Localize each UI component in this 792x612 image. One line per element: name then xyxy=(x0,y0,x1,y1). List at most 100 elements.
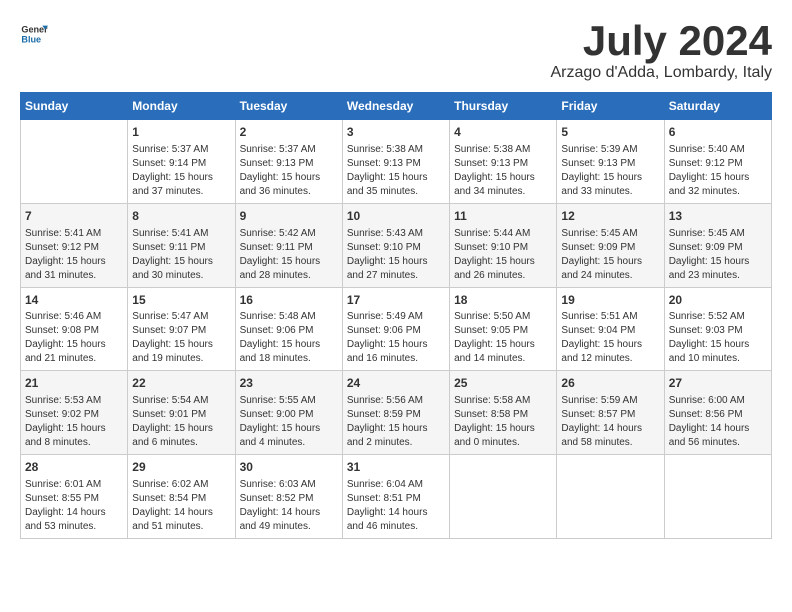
calendar-cell: 18Sunrise: 5:50 AM Sunset: 9:05 PM Dayli… xyxy=(450,287,557,371)
calendar-cell: 15Sunrise: 5:47 AM Sunset: 9:07 PM Dayli… xyxy=(128,287,235,371)
title-block: July 2024 Arzago d'Adda, Lombardy, Italy xyxy=(550,20,772,82)
calendar-cell: 24Sunrise: 5:56 AM Sunset: 8:59 PM Dayli… xyxy=(342,371,449,455)
calendar-cell: 17Sunrise: 5:49 AM Sunset: 9:06 PM Dayli… xyxy=(342,287,449,371)
calendar-cell: 28Sunrise: 6:01 AM Sunset: 8:55 PM Dayli… xyxy=(21,455,128,539)
calendar-cell: 25Sunrise: 5:58 AM Sunset: 8:58 PM Dayli… xyxy=(450,371,557,455)
day-number: 2 xyxy=(240,124,338,141)
day-number: 30 xyxy=(240,459,338,476)
day-info: Sunrise: 5:37 AM Sunset: 9:13 PM Dayligh… xyxy=(240,143,338,199)
logo-icon: General Blue xyxy=(20,20,48,48)
calendar-week-row: 7 Sunrise: 5:41 AM Sunset: 9:12 PM Daylig… xyxy=(21,203,772,287)
day-info: Sunrise: 5:50 AM Sunset: 9:05 PM Dayligh… xyxy=(454,310,552,366)
calendar-cell: 19Sunrise: 5:51 AM Sunset: 9:04 PM Dayli… xyxy=(557,287,664,371)
day-info: Sunrise: 5:45 AM Sunset: 9:09 PM Dayligh… xyxy=(561,227,659,283)
weekday-header-saturday: Saturday xyxy=(664,93,771,120)
calendar-cell: 7 Sunrise: 5:41 AM Sunset: 9:12 PM Daylig… xyxy=(21,203,128,287)
day-number: 17 xyxy=(347,292,445,309)
day-number: 7 xyxy=(25,208,123,225)
calendar-cell: 11 Sunrise: 5:44 AM Sunset: 9:10 PM Dayli… xyxy=(450,203,557,287)
calendar-cell: 16Sunrise: 5:48 AM Sunset: 9:06 PM Dayli… xyxy=(235,287,342,371)
day-number: 12 xyxy=(561,208,659,225)
day-number: 23 xyxy=(240,375,338,392)
calendar-week-row: 21 Sunrise: 5:53 AM Sunset: 9:02 PM Dayli… xyxy=(21,371,772,455)
weekday-header-row: SundayMondayTuesdayWednesdayThursdayFrid… xyxy=(21,93,772,120)
day-number: 19 xyxy=(561,292,659,309)
day-info: Sunrise: 5:53 AM Sunset: 9:02 PM Dayligh… xyxy=(25,394,123,450)
calendar-cell: 10 Sunrise: 5:43 AM Sunset: 9:10 PM Dayli… xyxy=(342,203,449,287)
day-info: Sunrise: 5:46 AM Sunset: 9:08 PM Dayligh… xyxy=(25,310,123,366)
day-info: Sunrise: 5:38 AM Sunset: 9:13 PM Dayligh… xyxy=(347,143,445,199)
calendar-table: SundayMondayTuesdayWednesdayThursdayFrid… xyxy=(20,92,772,539)
calendar-cell: 12 Sunrise: 5:45 AM Sunset: 9:09 PM Dayli… xyxy=(557,203,664,287)
day-number: 18 xyxy=(454,292,552,309)
day-number: 20 xyxy=(669,292,767,309)
day-number: 11 xyxy=(454,208,552,225)
calendar-week-row: 1Sunrise: 5:37 AM Sunset: 9:14 PM Daylig… xyxy=(21,120,772,204)
day-number: 6 xyxy=(669,124,767,141)
calendar-cell: 3 Sunrise: 5:38 AM Sunset: 9:13 PM Daylig… xyxy=(342,120,449,204)
weekday-header-sunday: Sunday xyxy=(21,93,128,120)
page-header: General Blue July 2024 Arzago d'Adda, Lo… xyxy=(20,20,772,82)
calendar-week-row: 14Sunrise: 5:46 AM Sunset: 9:08 PM Dayli… xyxy=(21,287,772,371)
calendar-cell: 21 Sunrise: 5:53 AM Sunset: 9:02 PM Dayli… xyxy=(21,371,128,455)
weekday-header-thursday: Thursday xyxy=(450,93,557,120)
calendar-cell: 1Sunrise: 5:37 AM Sunset: 9:14 PM Daylig… xyxy=(128,120,235,204)
day-number: 26 xyxy=(561,375,659,392)
day-info: Sunrise: 5:43 AM Sunset: 9:10 PM Dayligh… xyxy=(347,227,445,283)
calendar-cell: 31 Sunrise: 6:04 AM Sunset: 8:51 PM Dayli… xyxy=(342,455,449,539)
calendar-cell: 29 Sunrise: 6:02 AM Sunset: 8:54 PM Dayli… xyxy=(128,455,235,539)
calendar-cell: 22 Sunrise: 5:54 AM Sunset: 9:01 PM Dayli… xyxy=(128,371,235,455)
location-subtitle: Arzago d'Adda, Lombardy, Italy xyxy=(550,64,772,82)
day-info: Sunrise: 5:47 AM Sunset: 9:07 PM Dayligh… xyxy=(132,310,230,366)
svg-text:Blue: Blue xyxy=(21,34,41,44)
day-number: 24 xyxy=(347,375,445,392)
day-info: Sunrise: 5:41 AM Sunset: 9:11 PM Dayligh… xyxy=(132,227,230,283)
day-number: 29 xyxy=(132,459,230,476)
day-number: 4 xyxy=(454,124,552,141)
day-number: 22 xyxy=(132,375,230,392)
calendar-cell: 30 Sunrise: 6:03 AM Sunset: 8:52 PM Dayli… xyxy=(235,455,342,539)
calendar-cell xyxy=(21,120,128,204)
day-number: 5 xyxy=(561,124,659,141)
day-number: 21 xyxy=(25,375,123,392)
calendar-cell: 9Sunrise: 5:42 AM Sunset: 9:11 PM Daylig… xyxy=(235,203,342,287)
day-info: Sunrise: 5:39 AM Sunset: 9:13 PM Dayligh… xyxy=(561,143,659,199)
day-info: Sunrise: 5:38 AM Sunset: 9:13 PM Dayligh… xyxy=(454,143,552,199)
day-info: Sunrise: 5:37 AM Sunset: 9:14 PM Dayligh… xyxy=(132,143,230,199)
calendar-cell: 14Sunrise: 5:46 AM Sunset: 9:08 PM Dayli… xyxy=(21,287,128,371)
calendar-week-row: 28Sunrise: 6:01 AM Sunset: 8:55 PM Dayli… xyxy=(21,455,772,539)
day-number: 25 xyxy=(454,375,552,392)
day-info: Sunrise: 5:52 AM Sunset: 9:03 PM Dayligh… xyxy=(669,310,767,366)
calendar-cell xyxy=(450,455,557,539)
day-info: Sunrise: 5:41 AM Sunset: 9:12 PM Dayligh… xyxy=(25,227,123,283)
day-number: 31 xyxy=(347,459,445,476)
day-number: 16 xyxy=(240,292,338,309)
day-info: Sunrise: 5:48 AM Sunset: 9:06 PM Dayligh… xyxy=(240,310,338,366)
day-info: Sunrise: 6:01 AM Sunset: 8:55 PM Dayligh… xyxy=(25,478,123,534)
day-number: 10 xyxy=(347,208,445,225)
calendar-cell: 26 Sunrise: 5:59 AM Sunset: 8:57 PM Dayli… xyxy=(557,371,664,455)
day-number: 14 xyxy=(25,292,123,309)
day-info: Sunrise: 5:44 AM Sunset: 9:10 PM Dayligh… xyxy=(454,227,552,283)
day-info: Sunrise: 5:45 AM Sunset: 9:09 PM Dayligh… xyxy=(669,227,767,283)
day-number: 15 xyxy=(132,292,230,309)
day-info: Sunrise: 6:03 AM Sunset: 8:52 PM Dayligh… xyxy=(240,478,338,534)
calendar-cell: 13 Sunrise: 5:45 AM Sunset: 9:09 PM Dayli… xyxy=(664,203,771,287)
day-info: Sunrise: 5:55 AM Sunset: 9:00 PM Dayligh… xyxy=(240,394,338,450)
day-info: Sunrise: 6:02 AM Sunset: 8:54 PM Dayligh… xyxy=(132,478,230,534)
day-info: Sunrise: 5:54 AM Sunset: 9:01 PM Dayligh… xyxy=(132,394,230,450)
day-number: 3 xyxy=(347,124,445,141)
calendar-cell xyxy=(557,455,664,539)
day-info: Sunrise: 5:42 AM Sunset: 9:11 PM Dayligh… xyxy=(240,227,338,283)
calendar-cell xyxy=(664,455,771,539)
weekday-header-monday: Monday xyxy=(128,93,235,120)
day-info: Sunrise: 6:04 AM Sunset: 8:51 PM Dayligh… xyxy=(347,478,445,534)
weekday-header-wednesday: Wednesday xyxy=(342,93,449,120)
weekday-header-friday: Friday xyxy=(557,93,664,120)
day-info: Sunrise: 6:00 AM Sunset: 8:56 PM Dayligh… xyxy=(669,394,767,450)
day-number: 27 xyxy=(669,375,767,392)
day-info: Sunrise: 5:49 AM Sunset: 9:06 PM Dayligh… xyxy=(347,310,445,366)
calendar-cell: 20Sunrise: 5:52 AM Sunset: 9:03 PM Dayli… xyxy=(664,287,771,371)
day-info: Sunrise: 5:59 AM Sunset: 8:57 PM Dayligh… xyxy=(561,394,659,450)
day-number: 13 xyxy=(669,208,767,225)
